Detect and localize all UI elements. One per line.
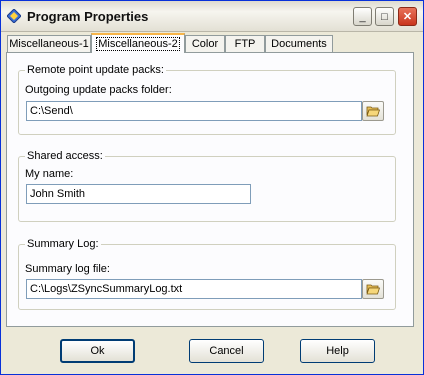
tab-panel: Remote point update packs: Outgoing upda… xyxy=(6,52,414,327)
tab-label: Miscellaneous-1 xyxy=(9,38,89,50)
remote-group-title: Remote point update packs: xyxy=(25,64,166,76)
shared-group: Shared access: My name: John Smith xyxy=(18,150,396,222)
summary-log-file-field[interactable]: C:\Logs\ZSyncSummaryLog.txt xyxy=(26,279,362,299)
tab-label: FTP xyxy=(234,38,256,50)
open-folder-icon xyxy=(366,284,380,295)
my-name-label: My name: xyxy=(25,168,74,180)
title-bar[interactable]: Program Properties _ □ ✕ xyxy=(1,1,423,32)
tab-color[interactable]: Color xyxy=(185,35,225,52)
tab-ftp[interactable]: FTP xyxy=(225,35,265,52)
tab-miscellaneous-2[interactable]: Miscellaneous-2 xyxy=(91,33,185,53)
tab-documents[interactable]: Documents xyxy=(265,35,333,52)
open-folder-icon xyxy=(366,106,380,117)
tab-label: Color xyxy=(191,38,219,50)
tab-label: Miscellaneous-2 xyxy=(96,37,180,51)
tab-miscellaneous-1[interactable]: Miscellaneous-1 xyxy=(7,35,91,52)
close-button[interactable]: ✕ xyxy=(398,7,417,26)
summary-log-file-label: Summary log file: xyxy=(25,263,110,275)
summary-group-title: Summary Log: xyxy=(25,238,101,250)
maximize-button[interactable]: □ xyxy=(375,7,394,26)
outgoing-folder-label: Outgoing update packs folder: xyxy=(25,84,172,96)
cancel-button[interactable]: Cancel xyxy=(189,339,264,363)
minimize-button[interactable]: _ xyxy=(353,7,372,26)
help-button[interactable]: Help xyxy=(300,339,375,363)
my-name-field[interactable]: John Smith xyxy=(26,184,251,204)
tab-label: Documents xyxy=(271,38,327,50)
outgoing-folder-field[interactable]: C:\Send\ xyxy=(26,101,362,121)
shared-group-title: Shared access: xyxy=(25,150,105,162)
ok-button[interactable]: Ok xyxy=(60,339,135,363)
app-icon xyxy=(7,9,21,23)
program-properties-window: Program Properties _ □ ✕ Miscellaneous-1… xyxy=(0,0,424,375)
window-title: Program Properties xyxy=(27,9,149,24)
summary-log-browse-button[interactable] xyxy=(362,279,384,299)
outgoing-folder-browse-button[interactable] xyxy=(362,101,384,121)
summary-group: Summary Log: Summary log file: C:\Logs\Z… xyxy=(18,238,396,310)
remote-group: Remote point update packs: Outgoing upda… xyxy=(18,64,396,135)
